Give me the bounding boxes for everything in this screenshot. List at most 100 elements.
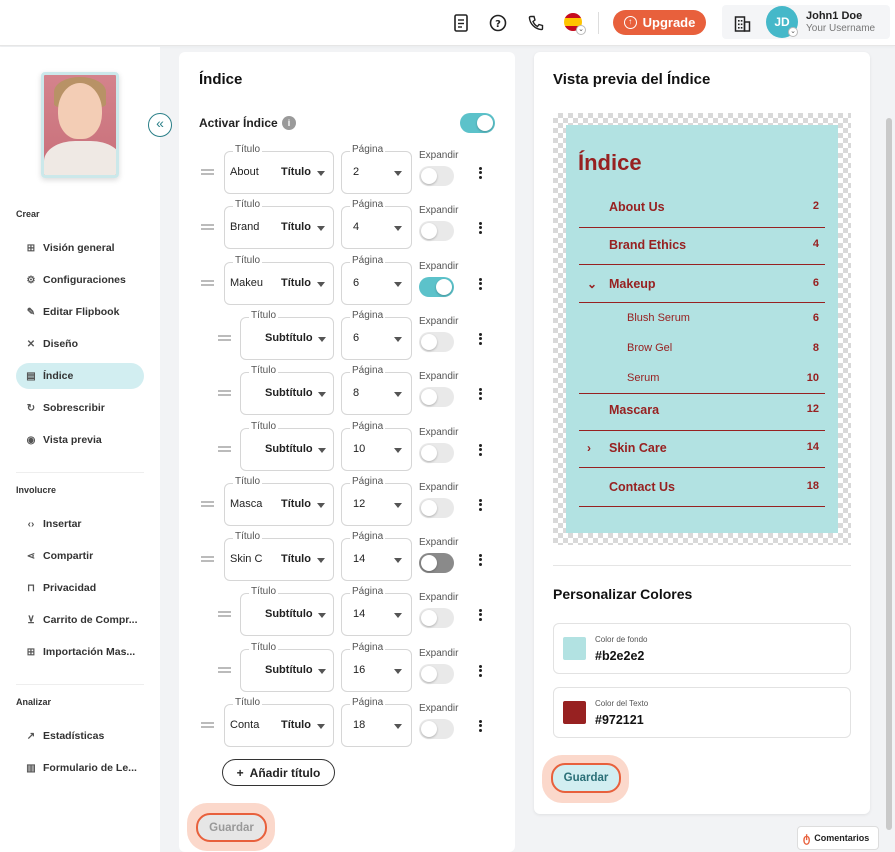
drag-handle-icon[interactable] (201, 556, 214, 562)
title-field[interactable]: Título Brand Título (224, 199, 334, 249)
upgrade-button[interactable]: ↑ Upgrade (613, 10, 706, 35)
more-options-icon[interactable] (479, 663, 483, 678)
drag-handle-icon[interactable] (201, 501, 214, 507)
title-input[interactable]: Masca (230, 498, 270, 510)
expand-toggle[interactable] (419, 332, 454, 352)
building-icon[interactable] (731, 12, 753, 34)
save-button[interactable]: Guardar (196, 813, 267, 842)
page-select[interactable]: Página 2 (341, 144, 412, 194)
sidebar-item-importacion[interactable]: ⊞ Importación Mas... (16, 639, 144, 665)
expand-toggle[interactable] (419, 719, 454, 739)
title-field[interactable]: Título Skin C Título (224, 531, 334, 581)
sidebar-item-formulario[interactable]: ▥ Formulario de Le... (16, 755, 144, 781)
expand-toggle[interactable] (419, 221, 454, 241)
title-field[interactable]: Título Makeu Título (224, 255, 334, 305)
page-select[interactable]: Página 14 (341, 531, 412, 581)
subtitle-field[interactable]: Título Subtítulo (240, 421, 334, 471)
type-select[interactable]: Título (281, 166, 311, 178)
comments-button[interactable]: ტ Comentarios (797, 826, 879, 850)
text-color-swatch[interactable] (563, 701, 586, 724)
sidebar-item-vision-general[interactable]: ⊞ Visión general (16, 235, 144, 261)
drag-handle-icon[interactable] (218, 335, 231, 341)
sidebar-item-sobrescribir[interactable]: ↻ Sobrescribir (16, 395, 144, 421)
title-field[interactable]: Título About Título (224, 144, 334, 194)
drag-handle-icon[interactable] (201, 722, 214, 728)
activate-index-toggle[interactable] (460, 113, 495, 133)
text-color-picker[interactable]: Color del Texto #972121 (553, 687, 851, 738)
title-input[interactable]: Skin C (230, 553, 270, 565)
type-select[interactable]: Título (281, 498, 311, 510)
background-color-picker[interactable]: Color de fondo #b2e2e2 (553, 623, 851, 674)
drag-handle-icon[interactable] (218, 667, 231, 673)
sidebar-item-privacidad[interactable]: ⊓ Privacidad (16, 575, 144, 601)
title-input[interactable]: Makeu (230, 277, 270, 289)
drag-handle-icon[interactable] (201, 224, 214, 230)
more-options-icon[interactable] (479, 331, 483, 346)
expand-toggle[interactable] (419, 387, 454, 407)
chevron-down-icon[interactable]: ⌄ (576, 25, 586, 35)
page-select[interactable]: Página 14 (341, 586, 412, 636)
subtitle-field[interactable]: Título Subtítulo (240, 310, 334, 360)
more-options-icon[interactable] (479, 497, 483, 512)
save-colors-button[interactable]: Guardar (551, 763, 621, 793)
drag-handle-icon[interactable] (218, 446, 231, 452)
type-select[interactable]: Subtítulo (265, 443, 313, 455)
sidebar-item-vista-previa[interactable]: ◉ Vista previa (16, 427, 144, 453)
drag-handle-icon[interactable] (218, 390, 231, 396)
more-options-icon[interactable] (479, 276, 483, 291)
type-select[interactable]: Subtítulo (265, 332, 313, 344)
page-select[interactable]: Página 10 (341, 421, 412, 471)
scrollbar[interactable] (886, 118, 892, 830)
info-icon[interactable]: i (282, 116, 296, 130)
phone-icon[interactable] (525, 12, 547, 34)
collapse-sidebar-button[interactable]: « (148, 113, 172, 137)
title-field[interactable]: Título Masca Título (224, 476, 334, 526)
expand-toggle[interactable] (419, 166, 454, 186)
more-options-icon[interactable] (479, 607, 483, 622)
expand-toggle[interactable] (419, 277, 454, 297)
more-options-icon[interactable] (479, 220, 483, 235)
subtitle-field[interactable]: Título Subtítulo (240, 642, 334, 692)
flipbook-cover-thumbnail[interactable] (41, 72, 119, 178)
more-options-icon[interactable] (479, 165, 483, 180)
document-icon[interactable] (450, 12, 472, 34)
type-select[interactable]: Título (281, 719, 311, 731)
type-select[interactable]: Título (281, 277, 311, 289)
page-select[interactable]: Página 4 (341, 199, 412, 249)
chevron-down-icon[interactable]: ⌄ (788, 27, 798, 37)
sidebar-item-indice[interactable]: ▤ Índice (16, 363, 144, 389)
expand-toggle[interactable] (419, 553, 454, 573)
drag-handle-icon[interactable] (201, 280, 214, 286)
type-select[interactable]: Subtítulo (265, 608, 313, 620)
subtitle-field[interactable]: Título Subtítulo (240, 365, 334, 415)
drag-handle-icon[interactable] (201, 169, 214, 175)
expand-toggle[interactable] (419, 498, 454, 518)
title-input[interactable]: Conta (230, 719, 270, 731)
add-title-button[interactable]: + Añadir título (222, 759, 335, 786)
sidebar-item-editar-flipbook[interactable]: ✎ Editar Flipbook (16, 299, 144, 325)
title-input[interactable]: About (230, 166, 270, 178)
type-select[interactable]: Título (281, 553, 311, 565)
title-input[interactable]: Brand (230, 221, 270, 233)
more-options-icon[interactable] (479, 552, 483, 567)
sidebar-item-insertar[interactable]: ‹› Insertar (16, 511, 144, 537)
sidebar-item-compartir[interactable]: ⋖ Compartir (16, 543, 144, 569)
type-select[interactable]: Subtítulo (265, 664, 313, 676)
page-select[interactable]: Página 6 (341, 310, 412, 360)
sidebar-item-carrito[interactable]: ⊻ Carrito de Compr... (16, 607, 144, 633)
expand-toggle[interactable] (419, 664, 454, 684)
more-options-icon[interactable] (479, 386, 483, 401)
subtitle-field[interactable]: Título Subtítulo (240, 586, 334, 636)
sidebar-item-configuraciones[interactable]: ⚙ Configuraciones (16, 267, 144, 293)
page-select[interactable]: Página 12 (341, 476, 412, 526)
background-color-swatch[interactable] (563, 637, 586, 660)
drag-handle-icon[interactable] (218, 611, 231, 617)
title-field[interactable]: Título Conta Título (224, 697, 334, 747)
page-select[interactable]: Página 8 (341, 365, 412, 415)
type-select[interactable]: Título (281, 221, 311, 233)
page-select[interactable]: Página 18 (341, 697, 412, 747)
more-options-icon[interactable] (479, 718, 483, 733)
expand-toggle[interactable] (419, 443, 454, 463)
more-options-icon[interactable] (479, 442, 483, 457)
sidebar-item-diseno[interactable]: ✕ Diseño (16, 331, 144, 357)
